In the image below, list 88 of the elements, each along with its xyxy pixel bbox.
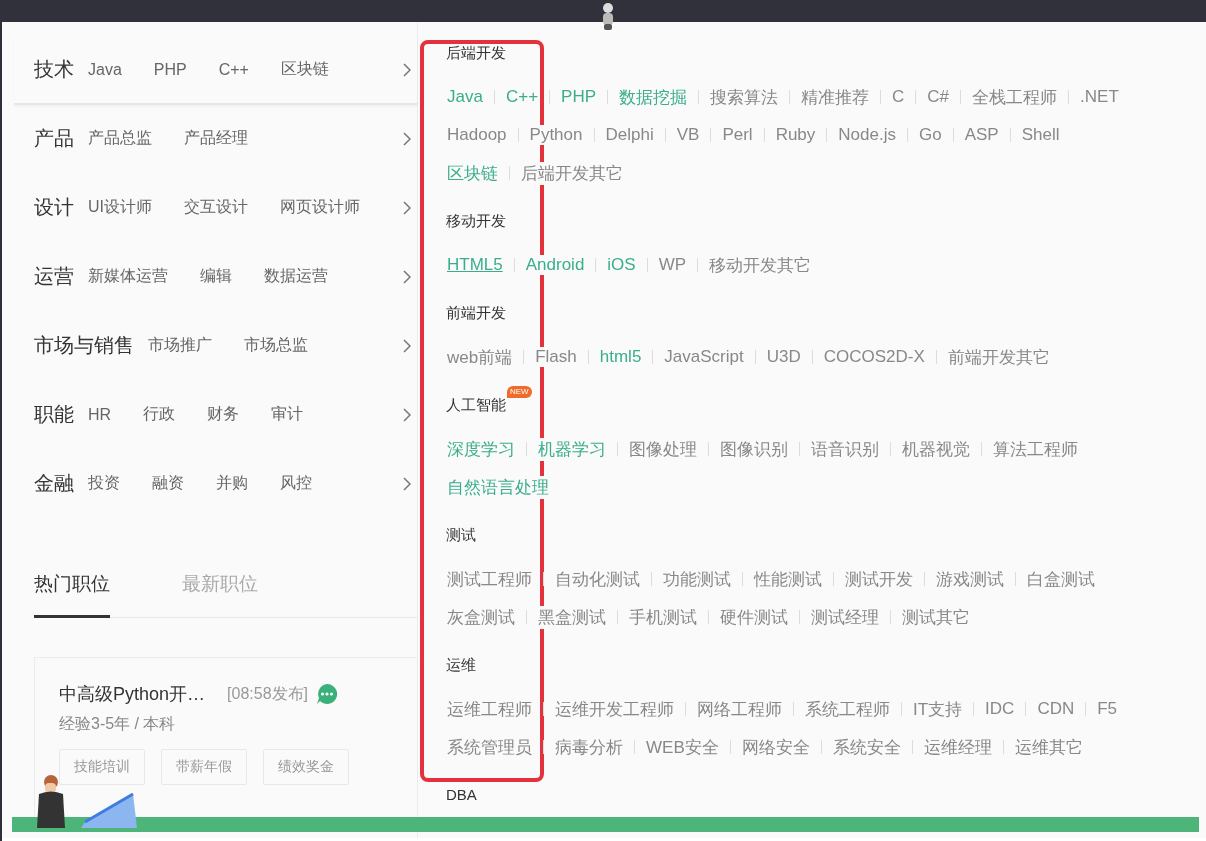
category-title: 设计 xyxy=(34,195,74,220)
job-link[interactable]: 后端开发其它 xyxy=(520,161,624,185)
section-title: 运维 xyxy=(446,656,476,675)
category-link[interactable]: 并购 xyxy=(216,473,248,494)
category-link[interactable]: HR xyxy=(88,405,112,424)
job-link[interactable]: Hadoop xyxy=(446,125,508,145)
job-link[interactable]: JavaScript xyxy=(663,347,745,367)
job-link[interactable]: 黑盒测试 xyxy=(537,605,607,629)
category-title: 产品 xyxy=(34,126,74,151)
chevron-right-icon xyxy=(403,269,411,284)
job-link[interactable]: 系统管理员 xyxy=(446,735,533,759)
chevron-right-icon xyxy=(403,131,411,146)
job-link[interactable]: 前端开发其它 xyxy=(946,345,1051,369)
category-link[interactable]: 新媒体运营 xyxy=(88,266,168,287)
job-link[interactable]: 机器学习 xyxy=(537,437,607,461)
category-row[interactable]: 技术 Java PHP C++ 区块链 xyxy=(14,36,417,105)
chevron-right-icon xyxy=(403,476,411,491)
category-title: 市场与销售 xyxy=(34,333,134,358)
category-link[interactable]: UI设计师 xyxy=(88,197,152,218)
category-row[interactable]: 市场与销售 市场推广 市场总监 xyxy=(14,312,417,381)
job-link[interactable]: WEB安全 xyxy=(645,735,720,759)
category-row[interactable]: 运营 新媒体运营 编辑 数据运营 xyxy=(14,243,417,312)
benefit-tag: 绩效奖金 xyxy=(263,749,349,785)
category-title: 技术 xyxy=(34,57,74,82)
category-link[interactable]: 编辑 xyxy=(200,266,232,287)
job-link[interactable]: Flash xyxy=(534,347,578,367)
category-link[interactable]: 产品经理 xyxy=(184,128,248,149)
category-link[interactable]: 产品总监 xyxy=(88,128,152,149)
job-link[interactable]: Ruby xyxy=(774,125,817,145)
chevron-right-icon xyxy=(403,200,411,215)
job-link[interactable]: 自然语言处理 xyxy=(446,475,550,499)
job-link[interactable]: 网络安全 xyxy=(740,735,811,759)
job-link[interactable]: 语音识别 xyxy=(810,437,880,461)
job-requirements: 经验3-5年 / 本科 xyxy=(59,714,177,734)
job-link[interactable]: 运维工程师 xyxy=(446,697,533,721)
job-link[interactable]: 病毒分析 xyxy=(554,735,624,759)
category-row[interactable]: 设计 UI设计师 交互设计 网页设计师 xyxy=(14,174,417,243)
category-link[interactable]: 数据运营 xyxy=(264,266,328,287)
category-link[interactable]: 财务 xyxy=(207,404,240,425)
category-link[interactable]: 市场总监 xyxy=(244,335,308,356)
section-title: 前端开发 xyxy=(446,304,506,323)
job-link[interactable]: Python xyxy=(528,125,584,145)
job-link[interactable]: Node.js xyxy=(837,125,897,145)
category-row[interactable]: 职能 HR 行政 财务 审计 xyxy=(14,381,417,450)
category-link[interactable]: C++ xyxy=(218,60,249,79)
category-title: 金融 xyxy=(34,471,74,496)
benefit-tag: 带薪年假 xyxy=(161,749,247,785)
category-row[interactable]: 金融 投资 融资 并购 风控 xyxy=(14,450,417,519)
category-link[interactable]: PHP xyxy=(153,60,187,79)
figure-icon xyxy=(601,2,615,32)
job-link[interactable]: Delphi xyxy=(604,125,655,145)
category-link[interactable]: 行政 xyxy=(143,404,176,425)
category-link[interactable]: 交互设计 xyxy=(184,197,248,218)
category-link[interactable]: 网页设计师 xyxy=(280,197,360,218)
section-title: 人工智能 xyxy=(446,396,506,415)
tab[interactable]: 热门职位 xyxy=(34,571,110,618)
job-link[interactable]: 手机测试 xyxy=(628,605,698,629)
job-link[interactable]: 深度学习 xyxy=(446,437,516,461)
benefit-tag: 技能培训 xyxy=(59,749,145,785)
tab[interactable]: 最新职位 xyxy=(182,571,258,618)
job-link[interactable]: 搜索算法 xyxy=(709,85,780,109)
chevron-right-icon xyxy=(403,338,411,353)
category-link[interactable]: 区块链 xyxy=(280,59,329,80)
section-title: 测试 xyxy=(446,526,476,545)
new-badge: NEW xyxy=(507,386,532,398)
category-row[interactable]: 产品 产品总监 产品经理 xyxy=(14,105,417,174)
category-link[interactable]: 审计 xyxy=(271,404,304,425)
job-link[interactable]: 测试其它 xyxy=(901,605,971,629)
category-link[interactable]: 市场推广 xyxy=(148,335,212,356)
section-title: 后端开发 xyxy=(446,44,506,63)
section-title: 移动开发 xyxy=(446,212,506,231)
chevron-right-icon xyxy=(403,407,411,422)
job-link[interactable]: 运维其它 xyxy=(1013,735,1084,759)
chevron-right-icon xyxy=(403,62,411,77)
job-link[interactable]: 系统安全 xyxy=(831,735,902,759)
job-link[interactable]: Android xyxy=(524,255,586,275)
job-link[interactable]: HTML5 xyxy=(446,255,504,275)
job-title[interactable]: 中高级Python开… xyxy=(59,682,206,706)
category-link[interactable]: Java xyxy=(88,60,122,79)
category-link[interactable]: 融资 xyxy=(152,473,184,494)
category-link[interactable]: 风控 xyxy=(280,473,312,494)
post-time: [08:58发布] xyxy=(227,683,308,704)
chat-icon[interactable] xyxy=(316,683,338,705)
job-link[interactable]: 系统工程师 xyxy=(804,697,891,721)
job-link[interactable]: 运维开发工程师 xyxy=(554,697,675,721)
category-title: 运营 xyxy=(34,264,74,289)
category-link[interactable]: 投资 xyxy=(88,473,120,494)
category-title: 职能 xyxy=(34,402,74,427)
